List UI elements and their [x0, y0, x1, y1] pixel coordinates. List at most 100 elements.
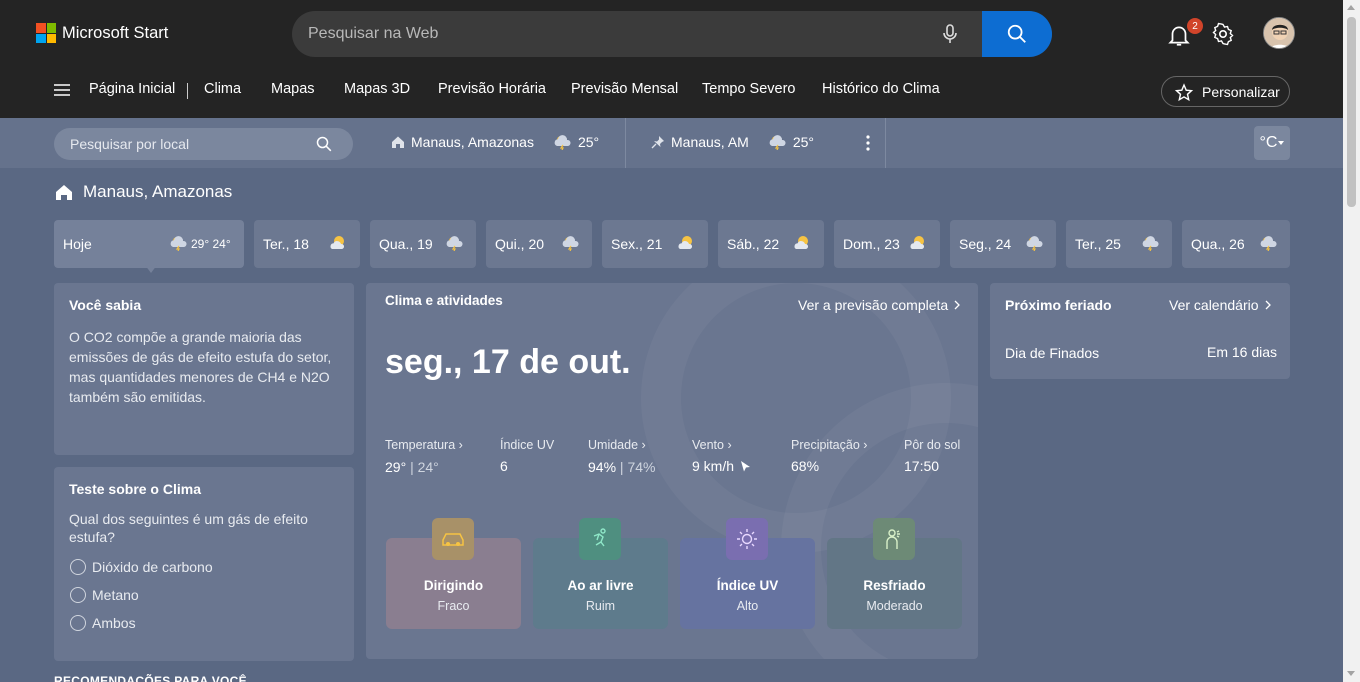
nav-item-monthly[interactable]: Previsão Mensal — [571, 81, 678, 97]
radio-button[interactable] — [70, 587, 86, 603]
nav-item-history[interactable]: Histórico do Clima — [822, 81, 940, 97]
day-tab-today[interactable]: Hoje 29° 24° — [54, 220, 244, 268]
holiday-name: Dia de Finados — [1005, 345, 1100, 361]
activity-level: Fraco — [437, 599, 470, 613]
day-tab[interactable]: Ter., 18 — [254, 220, 360, 268]
recommendations-heading: RECOMENDAÇÕES PARA VOCÊ — [54, 674, 247, 682]
selected-date: seg., 17 de out. — [385, 343, 631, 381]
day-tab[interactable]: Qua., 19 — [370, 220, 476, 268]
pinned-location-chip[interactable]: Manaus, AM 25° — [651, 134, 814, 150]
nav-item-maps[interactable]: Mapas — [271, 81, 315, 97]
wind-direction-arrow-icon — [741, 460, 751, 471]
holiday-countdown: Em 16 dias — [1207, 344, 1278, 360]
temperature-unit-value: °C — [1259, 134, 1278, 151]
day-tab[interactable]: Sáb., 22 — [718, 220, 824, 268]
brand-name: Microsoft Start — [62, 23, 169, 42]
radio-button[interactable] — [70, 559, 86, 575]
day-tab[interactable]: Qui., 20 — [486, 220, 592, 268]
home-location-name: Manaus, Amazonas — [411, 134, 534, 150]
location-search-input[interactable] — [54, 128, 304, 160]
nav-item-3d-maps[interactable]: Mapas 3D — [344, 81, 410, 97]
day-temps: 29° 24° — [191, 237, 231, 251]
quiz-option-label: Metano — [92, 587, 139, 603]
quiz-option[interactable]: Ambos — [70, 615, 136, 631]
partly-sunny-icon — [330, 236, 345, 249]
chevron-right-icon — [1265, 300, 1271, 310]
stat-uv-label: Índice UV — [500, 438, 555, 452]
day-tab[interactable]: Sex., 21 — [602, 220, 708, 268]
stat-precip-value: 68% — [791, 458, 820, 474]
sun-icon — [726, 518, 768, 560]
thunderstorm-icon — [170, 236, 187, 251]
stat-precip-label[interactable]: Precipitação › — [791, 438, 867, 452]
full-forecast-label: Ver a previsão completa — [798, 297, 949, 313]
activity-level: Ruim — [585, 599, 616, 613]
brand-logo[interactable]: Microsoft Start — [36, 23, 168, 43]
nav-item-home[interactable]: Página Inicial — [89, 81, 175, 97]
personalize-label: Personalizar — [1202, 83, 1280, 100]
scroll-up-arrow-icon[interactable] — [1347, 5, 1355, 10]
did-you-know-title: Você sabia — [69, 297, 142, 313]
search-icon — [1007, 24, 1026, 43]
thunderstorm-icon — [1026, 236, 1043, 251]
temperature-unit-select[interactable]: °C — [1254, 126, 1290, 160]
partly-sunny-icon — [794, 236, 809, 249]
partly-sunny-icon — [910, 236, 925, 249]
pinned-location-temp: 25° — [792, 134, 814, 150]
stat-temperature-label[interactable]: Temperatura › — [385, 438, 463, 452]
pin-icon — [651, 136, 664, 149]
day-tab[interactable]: Ter., 25 — [1066, 220, 1172, 268]
activities-card-title: Clima e atividades — [385, 293, 503, 308]
microsoft-logo-icon — [36, 23, 56, 43]
day-tab[interactable]: Qua., 26 — [1182, 220, 1290, 268]
web-search-box — [292, 11, 1052, 57]
home-icon — [392, 136, 404, 148]
quiz-option-label: Dióxido de carbono — [92, 559, 213, 575]
thunderstorm-icon — [769, 135, 786, 150]
pinned-location-name: Manaus, AM — [671, 134, 749, 150]
activity-name: Resfriado — [863, 578, 926, 593]
quiz-option[interactable]: Metano — [70, 587, 139, 603]
nav-item-weather[interactable]: Clima — [204, 81, 241, 97]
user-avatar[interactable] — [1263, 17, 1295, 49]
scroll-down-arrow-icon[interactable] — [1347, 671, 1355, 676]
web-search-input[interactable] — [292, 11, 982, 57]
settings-gear-icon[interactable] — [1211, 22, 1235, 46]
stat-wind-label[interactable]: Vento › — [692, 438, 732, 452]
microphone-icon[interactable] — [938, 22, 962, 46]
more-options-icon[interactable] — [863, 134, 873, 152]
stat-humidity-value: 94% | 74% — [588, 459, 656, 475]
day-label: Qua., 19 — [379, 236, 433, 252]
weather-nav: Página Inicial Clima Mapas Mapas 3D Prev… — [0, 74, 1343, 107]
day-tab[interactable]: Seg., 24 — [950, 220, 1056, 268]
partly-sunny-icon — [678, 236, 693, 249]
personalize-button[interactable]: Personalizar — [1161, 76, 1290, 107]
nav-item-severe[interactable]: Tempo Severo — [702, 81, 796, 97]
day-label: Qui., 20 — [495, 236, 545, 252]
search-icon[interactable] — [316, 136, 332, 152]
day-label: Ter., 25 — [1075, 236, 1121, 252]
stat-temperature-value: 29° | 24° — [385, 459, 439, 475]
web-search-button[interactable] — [982, 11, 1052, 57]
home-icon — [56, 184, 72, 200]
stat-sunset-label: Pôr do sol — [904, 438, 961, 452]
home-location-chip[interactable]: Manaus, Amazonas 25° — [391, 134, 599, 150]
activity-name: Índice UV — [716, 578, 779, 593]
sparkle-star-icon — [1174, 83, 1194, 102]
did-you-know-text: O CO2 compõe a grande maioria das emissõ… — [69, 329, 332, 405]
stat-humidity-label[interactable]: Umidade › — [588, 438, 646, 452]
full-forecast-link[interactable]: Ver a previsão completa — [798, 297, 961, 313]
stat-uv-value: 6 — [500, 458, 508, 474]
location-search-box — [54, 128, 353, 160]
calendar-link[interactable]: Ver calendário — [1169, 297, 1271, 313]
day-label: Seg., 24 — [959, 236, 1012, 252]
day-label: Ter., 18 — [263, 236, 309, 252]
hamburger-menu-icon[interactable] — [54, 84, 70, 96]
radio-button[interactable] — [70, 615, 86, 631]
location-divider — [885, 118, 886, 168]
nav-item-hourly[interactable]: Previsão Horária — [438, 81, 546, 97]
top-bar: Microsoft Start 2 Página Inicial Clima M… — [0, 0, 1343, 118]
quiz-option[interactable]: Dióxido de carbono — [70, 559, 213, 575]
day-tab[interactable]: Dom., 23 — [834, 220, 940, 268]
scrollbar-thumb[interactable] — [1347, 17, 1356, 207]
